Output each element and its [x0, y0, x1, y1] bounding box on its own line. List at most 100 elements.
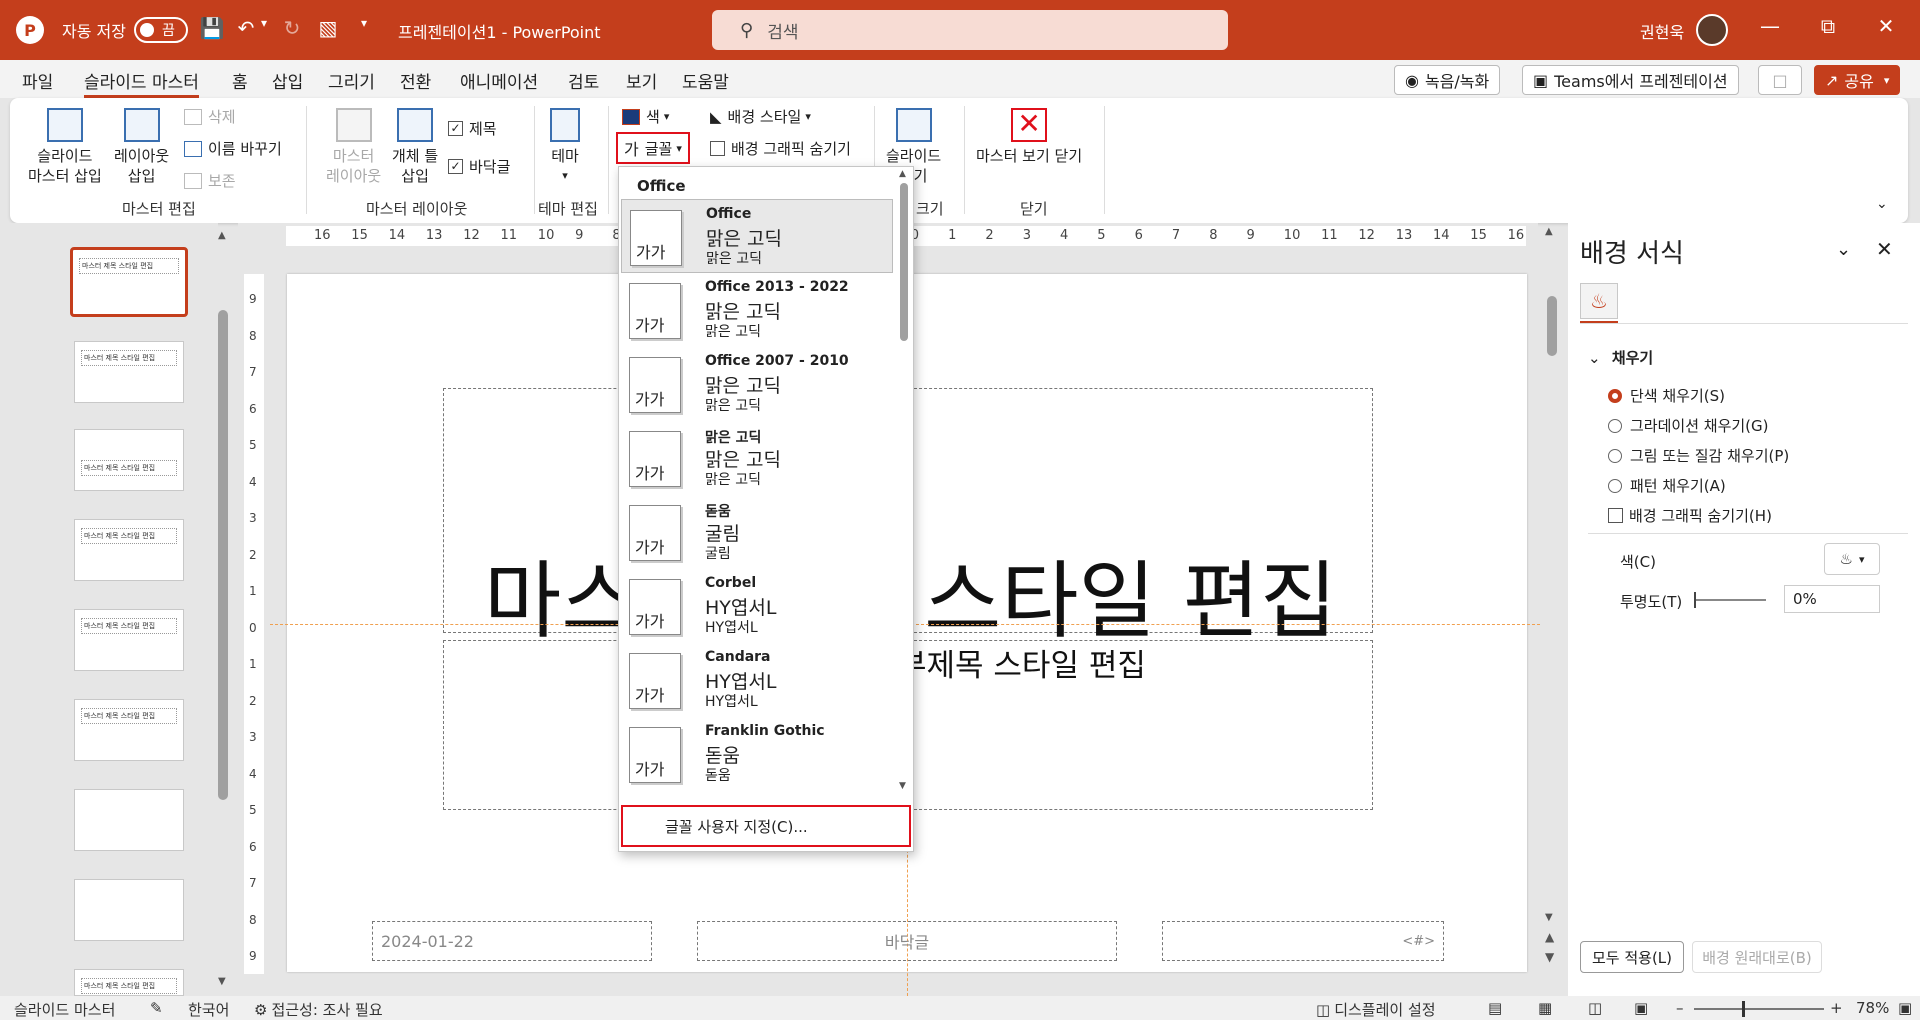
display-settings-button[interactable]: ◫ 디스플레이 설정	[1316, 999, 1436, 1020]
scroll-up-icon[interactable]: ▲	[899, 169, 906, 179]
canvas-scrollbar[interactable]: ▲ ▼ ▲ ▼	[1545, 226, 1559, 996]
autosave-toggle[interactable]: 끔	[134, 17, 188, 43]
thumbnail-layout[interactable]: 마스터 제목 스타일 편집	[74, 699, 184, 761]
thumbnail-layout[interactable]: 마스터 제목 스타일 편집	[74, 519, 184, 581]
undo-dropdown-icon[interactable]: ▾	[256, 16, 272, 30]
tab-insert[interactable]: 삽입	[272, 68, 303, 93]
gradient-fill-radio[interactable]: 그라데이션 채우기(G)	[1608, 415, 1769, 436]
normal-view-icon[interactable]: ▤	[1488, 999, 1502, 1017]
chevron-down-icon[interactable]: ⌄	[1836, 239, 1851, 260]
tab-help[interactable]: 도움말	[682, 68, 729, 93]
insert-placeholder-button[interactable]: 개체 틀 삽입	[392, 108, 438, 186]
close-master-view-button[interactable]: ✕ 마스터 보기 닫기	[976, 108, 1082, 166]
record-button[interactable]: ◉ 녹음/녹화	[1394, 65, 1501, 95]
fill-section-header[interactable]: ⌄ 채우기	[1588, 347, 1653, 368]
close-icon[interactable]: ✕	[1866, 14, 1906, 38]
thumbnail-layout[interactable]	[74, 879, 184, 941]
font-theme-item[interactable]: 가가 Franklin Gothic 돋움 돋움	[621, 717, 893, 791]
font-theme-item[interactable]: 가가 Candara HY엽서L HY엽서L	[621, 643, 893, 717]
insert-slide-master-button[interactable]: 슬라이드 마스터 삽입	[28, 108, 102, 186]
comments-icon[interactable]: □	[1758, 65, 1802, 95]
teams-present-button[interactable]: ▣ Teams에서 프레젠테이션	[1522, 65, 1739, 95]
title-checkbox[interactable]: ✓ 제목	[448, 118, 497, 139]
hide-bg-graphics-check[interactable]: 배경 그래픽 숨기기(H)	[1608, 505, 1772, 526]
color-picker-button[interactable]: ♨ ▾	[1824, 543, 1880, 575]
tab-slide-master[interactable]: 슬라이드 마스터	[84, 68, 199, 98]
date-placeholder[interactable]: 2024-01-22	[372, 921, 652, 961]
slide-number-placeholder[interactable]: <#>	[1162, 921, 1444, 961]
font-theme-item[interactable]: 가가 Office 2007 - 2010 맑은 고딕 맑은 고딕	[621, 347, 893, 421]
thumbnail-layout[interactable]	[74, 789, 184, 851]
scroll-down-icon[interactable]: ▼	[899, 781, 906, 791]
thumbnail-layout[interactable]: 마스터 제목 스타일 편집	[74, 429, 184, 491]
delete-button[interactable]: 삭제	[184, 106, 236, 127]
pattern-fill-radio[interactable]: 패턴 채우기(A)	[1608, 475, 1726, 496]
scrollbar-thumb[interactable]	[1547, 296, 1557, 356]
fit-to-window-icon[interactable]: ▣	[1898, 999, 1912, 1017]
slider-knob[interactable]	[1694, 592, 1696, 608]
thumbnail-layout[interactable]: 마스터 제목 스타일 편집	[74, 609, 184, 671]
thumbnail-master[interactable]: 마스터 제목 스타일 편집	[70, 247, 188, 317]
solid-fill-radio[interactable]: 단색 채우기(S)	[1608, 385, 1725, 406]
tab-file[interactable]: 파일	[22, 68, 53, 93]
scroll-up-icon[interactable]: ▲	[1545, 226, 1553, 237]
rename-button[interactable]: 이름 바꾸기	[184, 138, 282, 159]
reading-view-icon[interactable]: ◫	[1588, 999, 1602, 1017]
share-button[interactable]: ↗ 공유 ▾	[1814, 65, 1901, 95]
transparency-input[interactable]: 0%	[1784, 585, 1880, 613]
slideshow-icon[interactable]: ▣	[1634, 999, 1648, 1017]
fonts-button[interactable]: 가 글꼴 ▾	[616, 132, 690, 164]
font-theme-item[interactable]: 가가 Corbel HY엽서L HY엽서L	[621, 569, 893, 643]
dropdown-scrollbar[interactable]: ▲ ▼	[897, 169, 911, 799]
fill-bucket-icon[interactable]: ♨	[1580, 283, 1618, 319]
font-theme-item[interactable]: 가가 Office 2013 - 2022 맑은 고딕 맑은 고딕	[621, 273, 893, 347]
customize-fonts-menu-item[interactable]: 글꼴 사용자 지정(C)...	[621, 805, 911, 847]
colors-button[interactable]: 색 ▾	[622, 106, 669, 127]
picture-fill-radio[interactable]: 그림 또는 질감 채우기(P)	[1608, 445, 1789, 466]
themes-button[interactable]: 테마 ▾	[550, 108, 580, 186]
present-icon[interactable]: ▧	[314, 16, 342, 40]
tab-review[interactable]: 검토	[568, 68, 599, 93]
scroll-up-icon[interactable]: ▲	[218, 230, 226, 241]
apply-to-all-button[interactable]: 모두 적용(L)	[1580, 941, 1684, 973]
tab-view[interactable]: 보기	[626, 68, 657, 93]
tab-draw[interactable]: 그리기	[328, 68, 375, 93]
scrollbar-thumb[interactable]	[218, 310, 228, 800]
font-theme-item[interactable]: 가가 돋움 굴림 굴림	[621, 495, 893, 569]
vertical-guide[interactable]	[907, 830, 908, 996]
scroll-down-icon[interactable]: ▼	[218, 976, 226, 987]
transparency-slider[interactable]	[1694, 592, 1766, 608]
user-name[interactable]: 권현욱	[1640, 19, 1684, 43]
zoom-in-icon[interactable]: +	[1830, 999, 1843, 1017]
previous-slide-icon[interactable]: ▲	[1545, 930, 1554, 944]
redo-icon[interactable]: ↻	[278, 16, 306, 40]
language-indicator[interactable]: 한국어	[188, 999, 229, 1020]
collapse-ribbon-icon[interactable]: ⌄	[1876, 196, 1888, 212]
next-slide-icon[interactable]: ▼	[1545, 950, 1554, 964]
reset-background-button[interactable]: 배경 원래대로(B)	[1692, 941, 1822, 973]
zoom-slider[interactable]	[1694, 1001, 1824, 1017]
thumbnails-scrollbar[interactable]: ▲ ▼	[218, 230, 230, 990]
accessibility-status[interactable]: ⚙ 접근성: 조사 필요	[254, 999, 383, 1020]
font-theme-item[interactable]: 가가 Office 맑은 고딕 맑은 고딕	[621, 199, 893, 273]
font-theme-item[interactable]: 가가 맑은 고딕 맑은 고딕 맑은 고딕	[621, 421, 893, 495]
avatar[interactable]	[1696, 14, 1728, 46]
restore-icon[interactable]: ⧉	[1808, 14, 1848, 38]
insert-layout-button[interactable]: 레이아웃 삽입	[114, 108, 169, 186]
zoom-slider-knob[interactable]	[1742, 1001, 1745, 1017]
background-styles-button[interactable]: ◣ 배경 스타일 ▾	[710, 106, 811, 127]
preserve-button[interactable]: 보존	[184, 170, 236, 191]
close-icon[interactable]: ✕	[1876, 237, 1893, 261]
thumbnail-layout[interactable]: 마스터 제목 스타일 편집	[74, 969, 184, 996]
slide-sorter-icon[interactable]: ▦	[1538, 999, 1552, 1017]
tab-transitions[interactable]: 전환	[400, 68, 431, 93]
hide-bg-graphics-checkbox[interactable]: 배경 그래픽 숨기기	[710, 138, 851, 159]
footer-placeholder[interactable]: 바닥글	[697, 921, 1117, 961]
zoom-level[interactable]: 78%	[1856, 999, 1889, 1017]
scrollbar-thumb[interactable]	[900, 183, 908, 341]
thumbnail-layout[interactable]: 마스터 제목 스타일 편집	[74, 341, 184, 403]
save-icon[interactable]: 💾	[198, 16, 226, 40]
customize-qat-icon[interactable]: ▾	[350, 16, 378, 30]
tab-animations[interactable]: 애니메이션	[460, 68, 538, 93]
search-box[interactable]: ⚲ 검색	[712, 10, 1228, 50]
